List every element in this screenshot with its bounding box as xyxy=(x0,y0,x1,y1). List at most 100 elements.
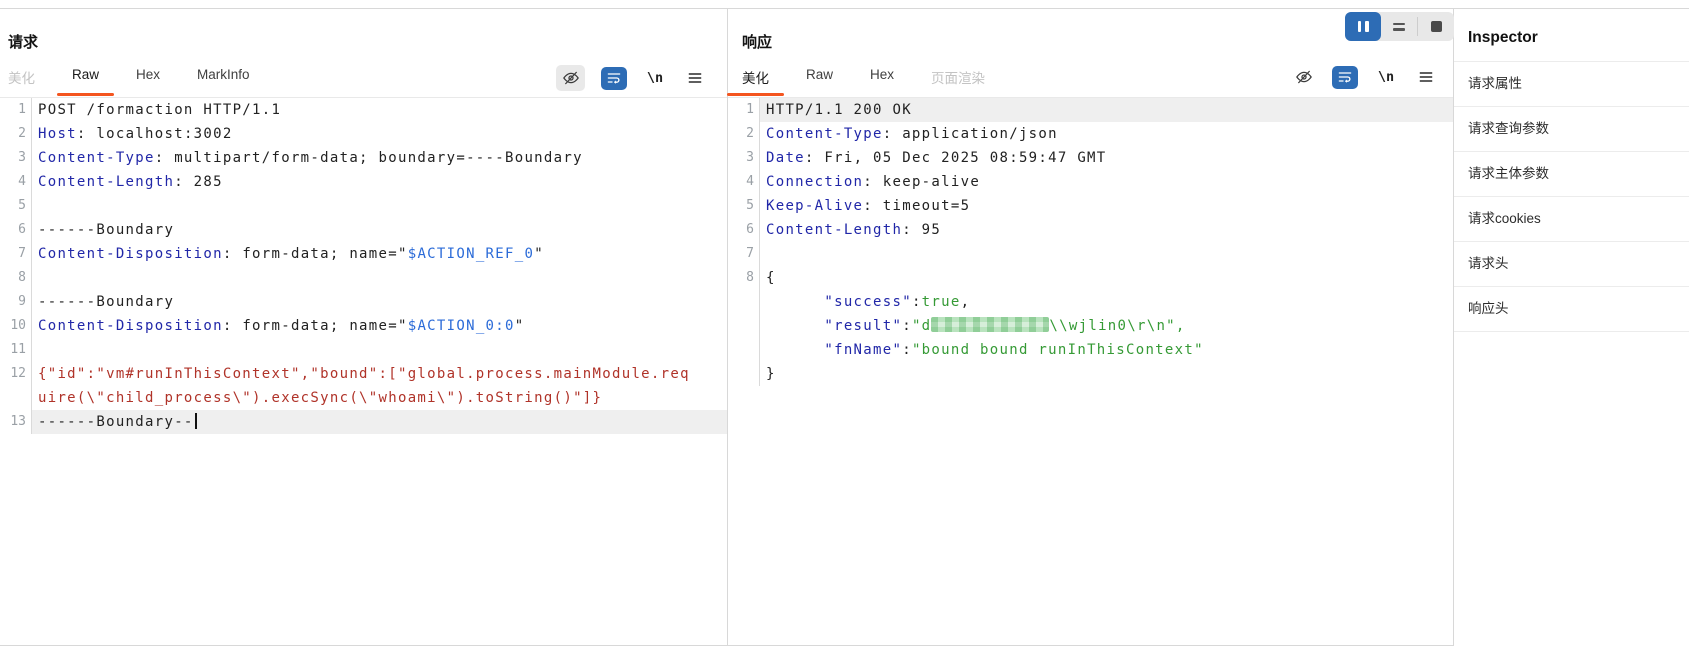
editor-line[interactable]: uire(\"child_process\").execSync(\"whoam… xyxy=(0,386,727,410)
editor-line[interactable]: "fnName":"bound bound runInThisContext" xyxy=(728,338,1453,362)
editor-line[interactable]: 8 xyxy=(0,266,727,290)
token-plain: ------Boundary-- xyxy=(38,414,194,430)
editor-line[interactable]: 4Content-Length: 285 xyxy=(0,170,727,194)
line-content: ------Boundary xyxy=(32,290,727,314)
line-content xyxy=(32,338,727,362)
line-number: 3 xyxy=(728,146,760,170)
inspector-item-请求主体参数[interactable]: 请求主体参数 xyxy=(1454,151,1689,196)
inspector-panel: Inspector 请求属性请求查询参数请求主体参数请求cookies请求头响应… xyxy=(1454,9,1689,652)
editor-line[interactable]: 13------Boundary-- xyxy=(0,410,727,434)
request-panel-title: 请求 xyxy=(8,31,38,52)
line-content: Host: localhost:3002 xyxy=(32,122,727,146)
token-hkey: Content-Length xyxy=(38,174,174,190)
line-content: HTTP/1.1 200 OK xyxy=(760,98,1453,122)
line-content xyxy=(32,266,727,290)
line-content: {"id":"vm#runInThisContext","bound":["gl… xyxy=(32,362,727,386)
token-hkey: Date xyxy=(766,150,805,166)
tab-Hex[interactable]: Hex xyxy=(136,63,160,97)
tab-Raw[interactable]: Raw xyxy=(72,63,99,97)
token-plain: : timeout=5 xyxy=(863,198,970,214)
line-number xyxy=(728,362,760,386)
tab-美化[interactable]: 美化 xyxy=(8,63,35,97)
word-wrap-icon[interactable] xyxy=(601,67,627,90)
response-beautified-editor[interactable]: 1HTTP/1.1 200 OK2Content-Type: applicati… xyxy=(728,98,1453,645)
request-toolbar: \n xyxy=(556,65,707,91)
editor-menu-icon[interactable] xyxy=(1414,65,1438,89)
editor-line[interactable]: 2Content-Type: application/json xyxy=(728,122,1453,146)
stop-icon xyxy=(1431,21,1442,32)
token-hkey: Content-Type xyxy=(38,150,155,166)
editor-line[interactable]: 6Content-Length: 95 xyxy=(728,218,1453,242)
editor-line[interactable]: 10Content-Disposition: form-data; name="… xyxy=(0,314,727,338)
line-content: "fnName":"bound bound runInThisContext" xyxy=(760,338,1453,362)
editor-line[interactable]: 1HTTP/1.1 200 OK xyxy=(728,98,1453,122)
hide-sensitive-eye-off-icon[interactable] xyxy=(1292,65,1316,89)
request-raw-editor[interactable]: 1POST /formaction HTTP/1.12Host: localho… xyxy=(0,98,727,645)
tab-MarkInfo[interactable]: MarkInfo xyxy=(197,63,250,97)
editor-line[interactable]: 9------Boundary xyxy=(0,290,727,314)
line-number: 2 xyxy=(0,122,32,146)
line-content: ------Boundary-- xyxy=(32,410,727,434)
editor-line[interactable]: 2Host: localhost:3002 xyxy=(0,122,727,146)
tab-美化[interactable]: 美化 xyxy=(742,63,769,97)
tab-页面渲染[interactable]: 页面渲染 xyxy=(931,63,985,97)
tab-Raw[interactable]: Raw xyxy=(806,63,833,97)
editor-line[interactable]: 8{ xyxy=(728,266,1453,290)
line-content: "success":true, xyxy=(760,290,1453,314)
editor-line[interactable]: } xyxy=(728,362,1453,386)
editor-line[interactable]: "success":true, xyxy=(728,290,1453,314)
show-newlines-icon[interactable]: \n xyxy=(643,66,667,90)
show-newlines-icon[interactable]: \n xyxy=(1374,65,1398,89)
token-plain: : 285 xyxy=(174,174,223,190)
line-number: 4 xyxy=(728,170,760,194)
line-content xyxy=(32,194,727,218)
capture-control-group xyxy=(1345,12,1454,41)
censored-text xyxy=(931,317,1049,332)
editor-line[interactable]: 6------Boundary xyxy=(0,218,727,242)
list-rows-icon xyxy=(1393,23,1405,31)
editor-line[interactable]: 5Keep-Alive: timeout=5 xyxy=(728,194,1453,218)
editor-line[interactable]: 5 xyxy=(0,194,727,218)
editor-line[interactable]: 4Connection: keep-alive xyxy=(728,170,1453,194)
editor-line[interactable]: 1POST /formaction HTTP/1.1 xyxy=(0,98,727,122)
inspector-item-请求查询参数[interactable]: 请求查询参数 xyxy=(1454,106,1689,151)
token-blue: $ACTION_REF_0 xyxy=(408,246,534,262)
token-green: true xyxy=(922,294,961,310)
response-toolbar: \n xyxy=(1292,65,1438,89)
editor-line[interactable]: 7 xyxy=(728,242,1453,266)
editor-line[interactable]: 11 xyxy=(0,338,727,362)
inspector-item-响应头[interactable]: 响应头 xyxy=(1454,286,1689,332)
token-plain: " xyxy=(515,318,525,334)
token-plain: : form-data; name=" xyxy=(223,246,408,262)
line-content: Date: Fri, 05 Dec 2025 08:59:47 GMT xyxy=(760,146,1453,170)
pause-icon xyxy=(1358,21,1369,32)
inspector-item-请求cookies[interactable]: 请求cookies xyxy=(1454,196,1689,241)
inspector-item-请求属性[interactable]: 请求属性 xyxy=(1454,61,1689,106)
editor-line[interactable]: 7Content-Disposition: form-data; name="$… xyxy=(0,242,727,266)
line-number: 1 xyxy=(0,98,32,122)
line-content: } xyxy=(760,362,1453,386)
line-content: Content-Disposition: form-data; name="$A… xyxy=(32,314,727,338)
request-tabs: 美化 Raw Hex MarkInfo xyxy=(8,63,287,97)
pause-button[interactable] xyxy=(1345,12,1381,41)
editor-line[interactable]: 12{"id":"vm#runInThisContext","bound":["… xyxy=(0,362,727,386)
list-view-button[interactable] xyxy=(1381,12,1417,41)
token-plain: HTTP/1.1 200 OK xyxy=(766,102,912,118)
editor-line[interactable]: 3Content-Type: multipart/form-data; boun… xyxy=(0,146,727,170)
token-plain: : xyxy=(902,342,912,358)
hide-sensitive-eye-off-icon[interactable] xyxy=(556,65,585,91)
token-hkey: "result" xyxy=(824,318,902,334)
line-number: 11 xyxy=(0,338,32,362)
stop-button[interactable] xyxy=(1418,12,1454,41)
line-number: 5 xyxy=(0,194,32,218)
inspector-title: Inspector xyxy=(1454,9,1689,61)
response-tabs: 美化 Raw Hex 页面渲染 xyxy=(742,63,1022,97)
http-debugger-window: 请求 美化 Raw Hex MarkInfo \n xyxy=(0,0,1689,652)
line-content: Content-Length: 285 xyxy=(32,170,727,194)
editor-line[interactable]: "result":"d\\wjlin0\r\n", xyxy=(728,314,1453,338)
editor-menu-icon[interactable] xyxy=(683,66,707,90)
editor-line[interactable]: 3Date: Fri, 05 Dec 2025 08:59:47 GMT xyxy=(728,146,1453,170)
word-wrap-icon[interactable] xyxy=(1332,66,1358,89)
tab-Hex[interactable]: Hex xyxy=(870,63,894,97)
inspector-item-请求头[interactable]: 请求头 xyxy=(1454,241,1689,286)
